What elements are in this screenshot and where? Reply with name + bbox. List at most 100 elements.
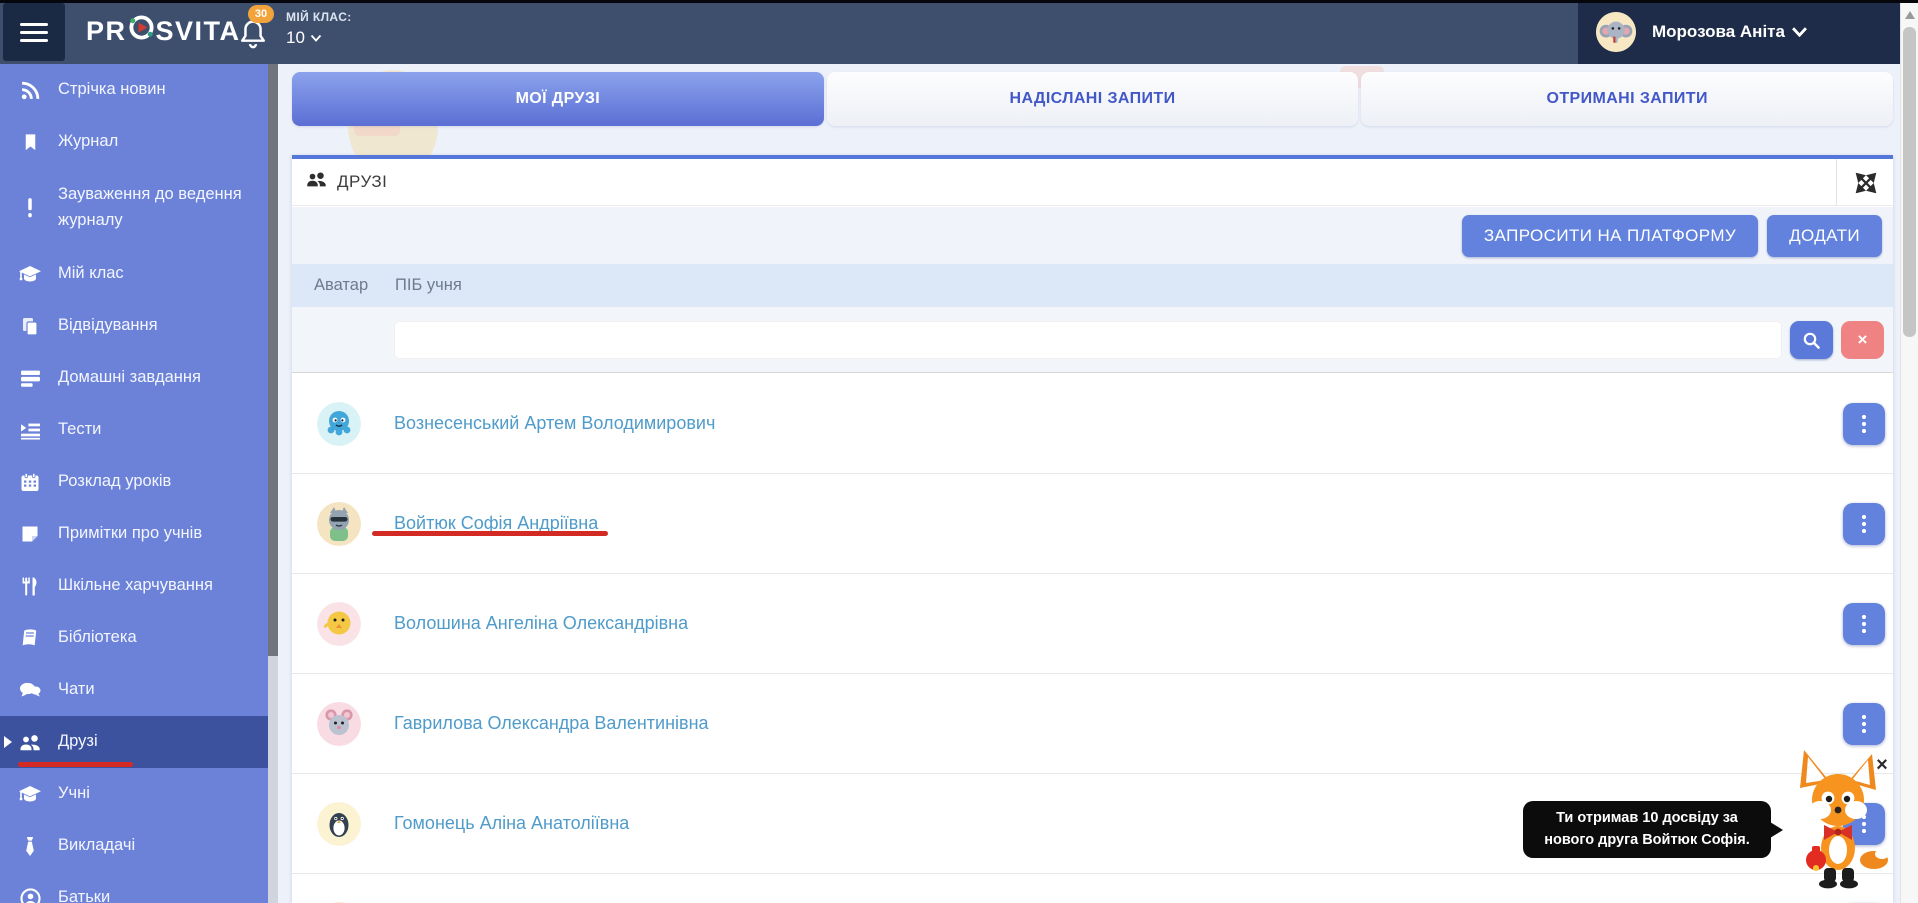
add-friend-button[interactable]: ДОДАТИ [1767,215,1882,257]
graduation-cap-icon [18,262,42,286]
tie-icon [18,834,42,858]
sidebar-item-label: Учні [58,781,98,807]
sidebar-item-label: Викладачі [58,833,143,859]
sidebar-item-exclamation-2[interactable]: Зауваження до ведення журналу [0,168,268,248]
sidebar-item-homework-5[interactable]: Домашні завдання [0,352,268,404]
table-header: Аватар ПІБ учня [292,264,1893,307]
brand-o-icon [128,14,155,48]
sidebar-item-label: Тести [58,417,109,443]
friend-avatar [317,402,361,446]
sidebar-item-book-10[interactable]: Бібліотека [0,612,268,664]
search-icon [1802,331,1821,350]
friend-name-link[interactable]: Гомонець Аліна Анатоліївна [394,813,629,834]
user-circle-icon [18,886,42,903]
topbar-user-area: Морозова Аніта [1578,0,1900,64]
card-title-wrap: ДРУЗІ [306,169,387,195]
invite-to-platform-button[interactable]: ЗАПРОСИТИ НА ПЛАТФОРМУ [1462,215,1758,257]
sidebar-item-label: Стрічка новин [58,77,174,103]
column-header-name: ПІБ учня [395,276,462,295]
search-input[interactable] [394,321,1782,359]
topbar: PR SVITA 30 МІЙ КЛАС: 10 Морозова Аніта [0,0,1918,64]
user-avatar[interactable] [1596,12,1636,52]
sidebar-item-rss-0[interactable]: Стрічка новин [0,64,268,116]
sidebar-item-calendar-7[interactable]: Розклад уроків [0,456,268,508]
expand-icon[interactable] [1853,170,1879,196]
calendar-icon [18,470,42,494]
sidebar-item-pages-4[interactable]: Відвідування [0,300,268,352]
friend-name-link[interactable]: Вознесенський Артем Володимирович [394,413,715,434]
book-icon [18,626,42,650]
class-dropdown[interactable]: 10 [286,28,352,48]
tab-0[interactable]: МОЇ ДРУЗІ [292,72,824,126]
chevron-down-icon [310,34,322,43]
sidebar-item-tie-14[interactable]: Викладачі [0,820,268,872]
brand-text-left: PR [86,16,127,47]
sidebar-item-chat-11[interactable]: Чати [0,664,268,716]
close-icon: × [1858,330,1868,350]
tab-label: МОЇ ДРУЗІ [516,90,601,108]
sidebar-item-users-12[interactable]: Друзі [0,716,268,768]
friend-avatar [317,602,361,646]
page-scrollbar-thumb[interactable] [1903,27,1916,337]
hamburger-menu-button[interactable] [3,3,65,61]
hamburger-icon [20,31,48,34]
column-header-avatar: Аватар [314,276,389,295]
sidebar-item-note-8[interactable]: Примітки про учнів [0,508,268,560]
toast-message: Ти отримав 10 досвіду за нового друга Во… [1523,801,1771,858]
sidebar-item-label: Мій клас [58,261,132,287]
card-title: ДРУЗІ [337,172,387,192]
friend-name-link[interactable]: Волошина Ангеліна Олександрівна [394,613,688,634]
sidebar-scrollbar[interactable] [268,64,278,903]
row-kebab-menu-button[interactable] [1843,703,1885,745]
tab-1[interactable]: НАДІСЛАНІ ЗАПИТИ [827,72,1359,126]
search-button[interactable] [1790,321,1833,359]
page-scrollbar[interactable] [1900,3,1918,903]
row-kebab-menu-button[interactable] [1843,403,1885,445]
tab-2[interactable]: ОТРИМАНІ ЗАПИТИ [1361,72,1893,126]
brand-text-right: SVITA [156,16,241,47]
sidebar-item-label: Розклад уроків [58,469,179,495]
user-menu[interactable]: Морозова Аніта [1652,22,1807,42]
app-root: PR SVITA 30 МІЙ КЛАС: 10 Морозова Аніта С… [0,0,1918,903]
sidebar-item-label: Примітки про учнів [58,521,210,547]
bookmark-icon [18,130,42,154]
sidebar-item-utensils-9[interactable]: Шкільне харчування [0,560,268,612]
sidebar-item-graduation-cap-3[interactable]: Мій клас [0,248,268,300]
main-content: МОЇ ДРУЗІ НАДІСЛАНІ ЗАПИТИОТРИМАНІ ЗАПИТИ… [278,64,1900,903]
sidebar-item-user-circle-15[interactable]: Батьки [0,872,268,903]
annotation-underline-sidebar-friends [18,762,133,767]
sidebar-item-bookmark-1[interactable]: Журнал [0,116,268,168]
friend-avatar [317,702,361,746]
row-kebab-menu-button[interactable] [1843,603,1885,645]
sidebar-item-tests-6[interactable]: Тести [0,404,268,456]
friends-card: ДРУЗІ ЗАПРОСИТИ НА ПЛАТФОРМУ ДОДАТИ Ават… [292,155,1893,903]
sidebar-scrollbar-thumb[interactable] [268,64,278,656]
sidebar-item-label: Відвідування [58,313,166,339]
notifications-count-badge: 30 [248,5,274,23]
kebab-icon [1861,414,1867,434]
clear-search-button[interactable]: × [1841,321,1884,359]
user-name: Морозова Аніта [1652,22,1785,42]
friend-row: Войтюк Софія Андріївна [292,474,1893,574]
scrollbar-up-arrow[interactable] [1905,11,1915,19]
notifications-bell-icon[interactable] [238,18,272,52]
sidebar-item-graduation-cap-13[interactable]: Учні [0,768,268,820]
chat-icon [18,678,42,702]
sidebar-item-label: Шкільне харчування [58,573,221,599]
row-kebab-menu-button[interactable] [1843,503,1885,545]
toast-close-icon[interactable]: × [1872,755,1892,775]
sidebar-item-label: Друзі [58,729,106,755]
class-label: МІЙ КЛАС: [286,10,352,24]
users-icon [18,730,42,754]
sidebar-item-label: Чати [58,677,103,703]
friend-name-link[interactable]: Гаврилова Олександра Валентинівна [394,713,709,734]
brand-logo[interactable]: PR SVITA [86,14,241,48]
friend-row: Волошина Ангеліна Олександрівна [292,574,1893,674]
tests-icon [18,418,42,442]
sidebar-item-label: Журнал [58,129,126,155]
chevron-down-icon [1792,27,1807,37]
sidebar-item-label: Бібліотека [58,625,145,651]
window-top-line [0,0,1918,3]
homework-icon [18,366,42,390]
sidebar-nav: Стрічка новин Журнал Зауваження до ведення… [0,64,268,903]
